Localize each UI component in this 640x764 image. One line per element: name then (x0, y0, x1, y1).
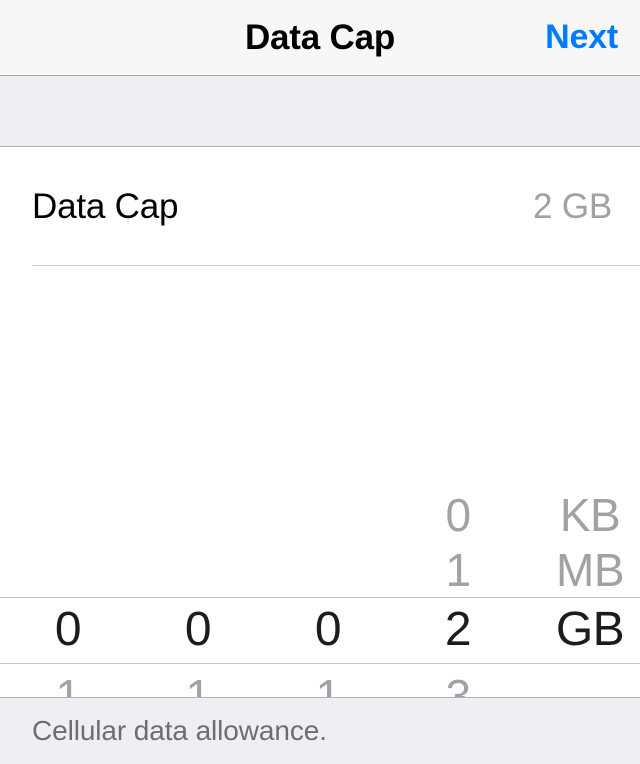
picker-column-unit[interactable]: KB MB GB (515, 266, 640, 697)
footer-section: Cellular data allowance. (0, 697, 640, 764)
picker-column-digit-ones[interactable]: 0 1 2 3 4 5 6 (393, 266, 523, 697)
data-cap-row[interactable]: Data Cap 2 GB (0, 148, 640, 265)
picker-item-selected[interactable]: 0 (133, 597, 263, 663)
content-area: Data Cap 2 GB 0 1 2 3 4 0 1 2 3 4 (0, 148, 640, 697)
picker-column-digit-thousands[interactable]: 0 1 2 3 4 (3, 266, 133, 697)
picker-item[interactable]: 1 (133, 669, 263, 697)
data-cap-screen: Data Cap Next Data Cap 2 GB 0 1 2 3 4 (0, 0, 640, 764)
picker-column-digit-tens[interactable]: 0 1 2 3 4 (263, 266, 393, 697)
group-spacer (0, 76, 640, 147)
picker-item-selected[interactable]: 0 (263, 597, 393, 663)
navigation-bar: Data Cap Next (0, 0, 640, 76)
picker-item[interactable]: 3 (393, 669, 523, 697)
footer-description: Cellular data allowance. (32, 715, 327, 746)
picker-item[interactable]: 1 (3, 669, 133, 697)
picker-item[interactable]: KB (515, 488, 640, 543)
picker-item[interactable]: 0 (393, 488, 523, 543)
picker-item[interactable]: MB (515, 543, 640, 598)
page-title: Data Cap (244, 18, 396, 57)
picker-column-digit-hundreds[interactable]: 0 1 2 3 4 (133, 266, 263, 697)
picker-item[interactable]: 1 (393, 543, 523, 598)
data-cap-row-label: Data Cap (32, 187, 179, 226)
next-button[interactable]: Next (545, 0, 618, 75)
selection-band-top-line (0, 597, 640, 598)
data-cap-picker[interactable]: 0 1 2 3 4 0 1 2 3 4 0 1 2 3 4 (0, 266, 640, 697)
picker-item-selected[interactable]: 0 (3, 597, 133, 663)
selection-band-bottom-line (0, 663, 640, 664)
data-cap-row-value: 2 GB (533, 187, 612, 226)
picker-item-selected[interactable]: GB (515, 597, 640, 663)
picker-item[interactable]: 1 (263, 669, 393, 697)
picker-item-selected[interactable]: 2 (393, 597, 523, 663)
